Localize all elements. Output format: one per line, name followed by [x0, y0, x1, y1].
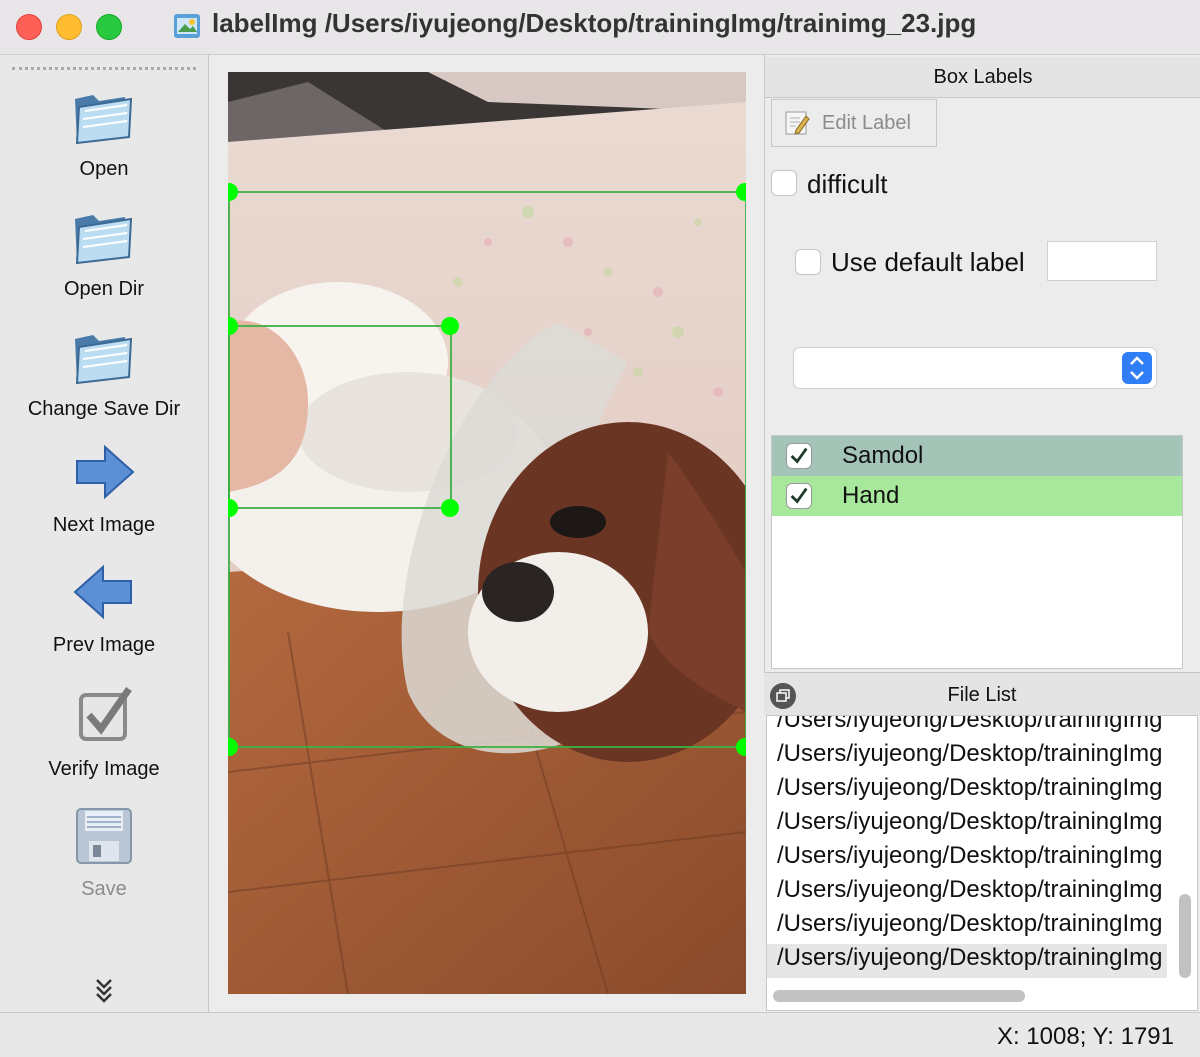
file-list-item-selected[interactable]: /Users/iyujeong/Desktop/trainingImg: [767, 944, 1167, 978]
next-image-label: Next Image: [52, 514, 156, 536]
checkmark-icon: [790, 487, 808, 504]
label-list: Samdol Hand: [771, 435, 1183, 669]
folder-open-icon: [75, 335, 133, 385]
chevron-up-down-icon: [1130, 356, 1144, 380]
open-dir-button[interactable]: Open Dir: [0, 201, 208, 301]
label-name: Hand: [842, 482, 900, 509]
chevron-double-down-icon[interactable]: [92, 975, 116, 1005]
close-window-button[interactable]: [16, 14, 42, 40]
prev-image-label: Prev Image: [52, 634, 156, 656]
verify-image-button[interactable]: Verify Image: [0, 681, 208, 781]
file-list-item[interactable]: /Users/iyujeong/Desktop/trainingImg: [767, 716, 1167, 740]
box-labels-title: Box Labels: [765, 57, 1200, 98]
file-list-item[interactable]: /Users/iyujeong/Desktop/trainingImg: [767, 808, 1167, 842]
app-icon: [174, 14, 200, 38]
label-visible-checkbox[interactable]: [786, 483, 812, 509]
folder-open-icon: [75, 215, 133, 265]
difficult-label: difficult: [807, 169, 888, 199]
default-label-input[interactable]: [1047, 241, 1157, 281]
toolbar: Open Open Dir Change Save Dir Next Image…: [0, 55, 209, 1012]
open-label: Open: [79, 158, 129, 180]
image-canvas[interactable]: [228, 72, 746, 994]
change-save-dir-button[interactable]: Change Save Dir: [0, 321, 208, 421]
title-bar: labelImg /Users/iyujeong/Desktop/trainin…: [0, 0, 1200, 55]
edit-label-button[interactable]: Edit Label: [771, 99, 937, 147]
save-button[interactable]: Save: [0, 801, 208, 901]
next-image-button[interactable]: Next Image: [0, 437, 208, 537]
file-list-item[interactable]: /Users/iyujeong/Desktop/trainingImg: [767, 740, 1167, 774]
label-combo-box[interactable]: [793, 347, 1157, 389]
file-list-item[interactable]: /Users/iyujeong/Desktop/trainingImg: [767, 842, 1167, 876]
arrow-right-icon: [76, 444, 135, 500]
use-default-label-checkbox[interactable]: [795, 249, 821, 275]
change-save-dir-label: Change Save Dir: [27, 398, 181, 420]
verify-image-label: Verify Image: [48, 758, 160, 780]
status-bar: X: 1008; Y: 1791: [0, 1012, 1200, 1057]
label-list-item-hand[interactable]: Hand: [772, 476, 1182, 516]
minimize-window-button[interactable]: [56, 14, 82, 40]
cursor-coordinates: X: 1008; Y: 1791: [996, 1023, 1174, 1050]
edit-pencil-icon: [785, 111, 810, 135]
combo-arrows-icon: [1122, 352, 1152, 384]
prev-image-button[interactable]: Prev Image: [0, 557, 208, 657]
file-list-item[interactable]: /Users/iyujeong/Desktop/trainingImg: [767, 910, 1167, 944]
file-list-panel: File List /Users/iyujeong/Desktop/traini…: [764, 672, 1200, 1013]
open-button[interactable]: Open: [0, 81, 208, 181]
checkmark-icon: [790, 447, 808, 464]
open-dir-label: Open Dir: [63, 278, 145, 300]
checkbox-icon: [79, 686, 132, 741]
file-list-item[interactable]: /Users/iyujeong/Desktop/trainingImg: [767, 774, 1167, 808]
label-name: Samdol: [842, 442, 924, 469]
edit-label-text: Edit Label: [822, 112, 911, 134]
file-list[interactable]: /Users/iyujeong/Desktop/trainingImg /Use…: [766, 715, 1198, 1011]
window-title: labelImg /Users/iyujeong/Desktop/trainin…: [212, 8, 977, 38]
save-label: Save: [81, 878, 127, 900]
zoom-window-button[interactable]: [96, 14, 122, 40]
arrow-left-icon: [73, 564, 132, 620]
horizontal-scrollbar[interactable]: [773, 990, 1025, 1002]
toolbar-grip[interactable]: [12, 67, 196, 74]
file-list-item[interactable]: /Users/iyujeong/Desktop/trainingImg: [767, 876, 1167, 910]
canvas-area[interactable]: [209, 55, 764, 1012]
use-default-label-text: Use default label: [831, 247, 1025, 277]
floppy-disk-icon: [76, 808, 132, 864]
float-dock-icon[interactable]: [770, 683, 796, 709]
label-visible-checkbox[interactable]: [786, 443, 812, 469]
label-list-item-samdol[interactable]: Samdol: [772, 436, 1182, 476]
folder-open-icon: [75, 95, 133, 145]
vertical-scrollbar[interactable]: [1179, 894, 1191, 978]
file-list-title: File List: [764, 673, 1200, 715]
difficult-checkbox[interactable]: [771, 170, 797, 196]
